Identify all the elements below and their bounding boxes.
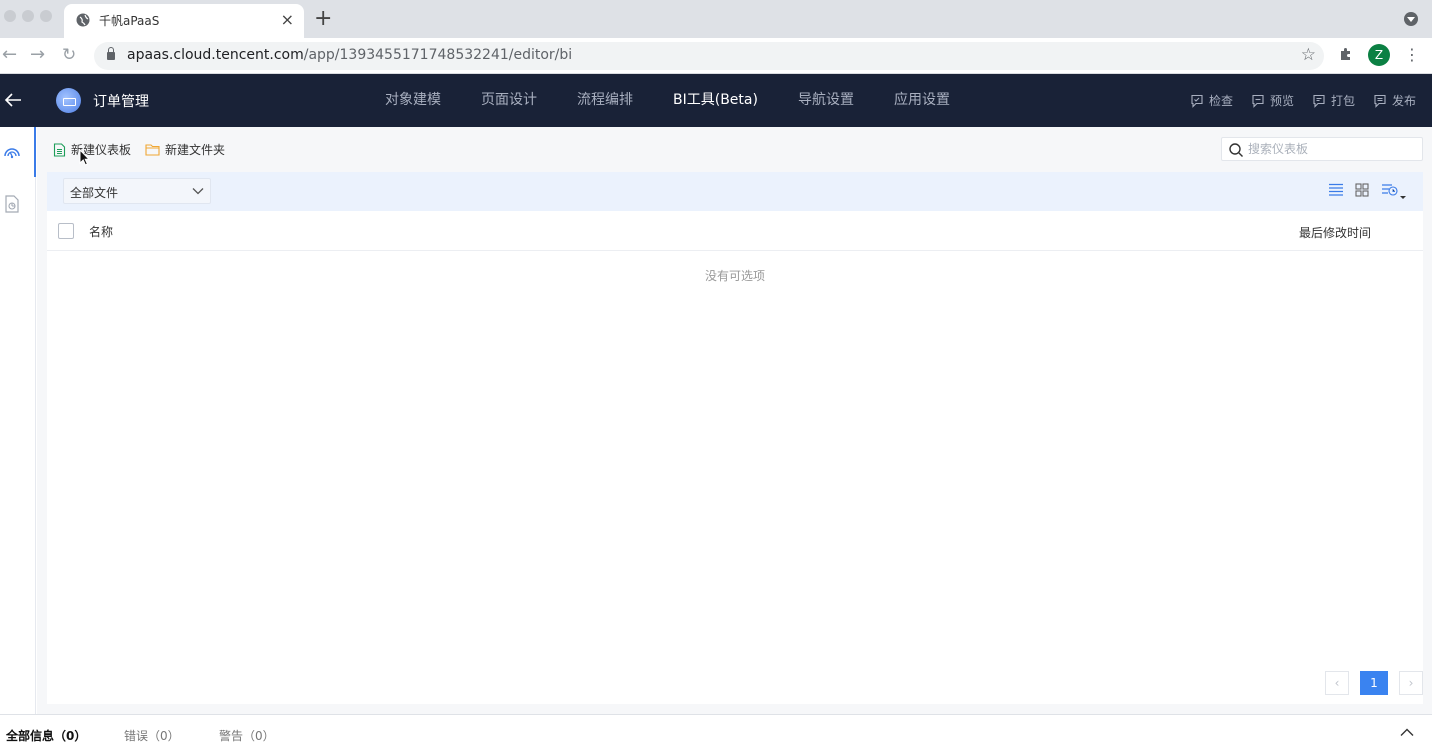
preview-button[interactable]: 预览 (1251, 74, 1294, 127)
rail-item-report[interactable] (0, 179, 36, 229)
nav-navigation-settings[interactable]: 导航设置 (778, 74, 874, 127)
preview-icon (1252, 94, 1264, 108)
browser-tab-title: 千帆aPaaS (99, 14, 160, 28)
search-input[interactable] (1248, 140, 1416, 158)
rail-item-dashboard[interactable] (0, 127, 36, 177)
back-arrow-icon[interactable]: ← (2, 43, 17, 67)
next-page-button[interactable]: › (1399, 671, 1423, 695)
current-page-button[interactable]: 1 (1360, 671, 1388, 695)
prev-page-button[interactable]: ‹ (1325, 671, 1349, 695)
address-bar[interactable]: apaas.cloud.tencent.com/app/139345517174… (94, 42, 1324, 70)
browser-tab-bar: 千帆aPaaS × + (0, 0, 1432, 38)
back-button[interactable] (0, 74, 36, 127)
column-header-last-modified[interactable]: 最后修改时间 (1299, 224, 1371, 241)
browser-menu-icon[interactable]: ⋮ (1404, 44, 1420, 66)
package-button[interactable]: 打包 (1312, 74, 1355, 127)
dashboard-search (1221, 137, 1423, 161)
app-name: 订单管理 (93, 94, 149, 110)
column-header-name[interactable]: 名称 (89, 223, 113, 240)
console-tab-errors[interactable]: 错误（0） (124, 727, 180, 744)
nav-bi-tool[interactable]: BI工具(Beta) (653, 74, 778, 127)
search-icon (1229, 143, 1243, 157)
chevron-up-icon[interactable] (1400, 728, 1414, 737)
browser-toolbar: ← → ↻ apaas.cloud.tencent.com/app/139345… (0, 38, 1432, 74)
package-label: 打包 (1330, 94, 1355, 108)
folder-icon (145, 144, 160, 156)
nav-page-design[interactable]: 页面设计 (461, 74, 557, 127)
new-tab-icon[interactable]: + (314, 6, 332, 32)
preview-label: 预览 (1269, 94, 1294, 108)
mouse-cursor-icon (79, 149, 91, 166)
window-close-dot[interactable] (4, 10, 16, 22)
app-header: 订单管理 对象建模 页面设计 流程编排 BI工具(Beta) 导航设置 应用设置… (0, 74, 1432, 127)
url-path: /app/1393455171748532241/editor/bi (303, 47, 573, 63)
header-actions: 检查 预览 打包 发布 (1172, 74, 1416, 127)
console-panel: 全部信息（0） 错误（0） 警告（0） (0, 714, 1432, 749)
new-folder-label: 新建文件夹 (165, 143, 226, 157)
check-icon (1191, 94, 1203, 108)
new-dashboard-icon (53, 142, 66, 157)
publish-button[interactable]: 发布 (1373, 74, 1416, 127)
window-minimize-dot[interactable] (22, 10, 34, 22)
pagination: ‹ 1 › (1325, 671, 1423, 695)
sort-by-time-icon[interactable] (1381, 183, 1407, 201)
url-host: apaas.cloud.tencent.com (127, 47, 304, 63)
lock-icon (107, 47, 115, 60)
folder-filter-select[interactable]: 全部文件 (63, 178, 211, 204)
browser-tab[interactable]: 千帆aPaaS × (64, 4, 304, 38)
extensions-icon[interactable] (1338, 46, 1354, 62)
close-tab-icon[interactable]: × (281, 10, 294, 29)
main-nav: 对象建模 页面设计 流程编排 BI工具(Beta) 导航设置 应用设置 (365, 74, 970, 127)
console-tab-warnings[interactable]: 警告（0） (219, 727, 275, 744)
bi-main-area: 新建仪表板 新建文件夹 全部文件 (37, 127, 1432, 714)
dashboard-icon (4, 148, 20, 159)
reload-icon[interactable]: ↻ (62, 43, 76, 67)
filter-bar: 全部文件 (47, 172, 1423, 211)
table-header: 名称 最后修改时间 (47, 211, 1423, 251)
publish-label: 发布 (1391, 94, 1416, 108)
empty-state-text: 没有可选项 (704, 269, 765, 283)
nav-object-modeling[interactable]: 对象建模 (365, 74, 461, 127)
folder-filter-value: 全部文件 (70, 186, 119, 200)
publish-icon (1374, 94, 1386, 108)
nav-app-settings[interactable]: 应用设置 (874, 74, 970, 127)
forward-arrow-icon[interactable]: → (30, 43, 45, 67)
url-text[interactable]: apaas.cloud.tencent.com/app/139345517174… (127, 47, 572, 63)
package-icon (1313, 94, 1325, 108)
app-logo (56, 88, 81, 113)
chevron-down-icon (192, 188, 204, 195)
left-rail (0, 127, 36, 714)
tab-search-icon[interactable] (1404, 12, 1418, 26)
nav-flow-orchestration[interactable]: 流程编排 (557, 74, 653, 127)
select-all-checkbox[interactable] (58, 223, 74, 239)
list-view-icon[interactable] (1329, 183, 1343, 196)
new-dashboard-button[interactable]: 新建仪表板 (53, 141, 131, 158)
console-tab-all[interactable]: 全部信息（0） (6, 727, 86, 744)
window-zoom-dot[interactable] (40, 10, 52, 22)
check-button[interactable]: 检查 (1190, 74, 1233, 127)
check-label: 检查 (1208, 94, 1233, 108)
grid-view-icon[interactable] (1355, 183, 1369, 197)
bookmark-star-icon[interactable]: ☆ (1301, 45, 1316, 65)
view-mode-toggles (1329, 183, 1407, 201)
report-icon (5, 195, 19, 213)
arrow-left-icon (4, 93, 21, 107)
file-list-panel: 全部文件 名称 最后修改时间 没有可选项 ‹ 1 › (47, 172, 1423, 704)
profile-avatar[interactable]: Z (1368, 44, 1390, 66)
new-folder-button[interactable]: 新建文件夹 (145, 141, 225, 158)
globe-icon (76, 13, 90, 27)
